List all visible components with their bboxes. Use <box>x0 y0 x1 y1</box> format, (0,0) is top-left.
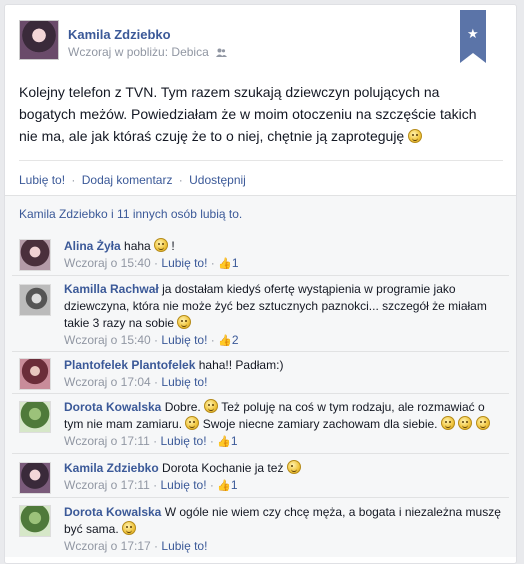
comment-like-button[interactable]: Lubię to! <box>161 333 207 347</box>
commenter-name[interactable]: Dorota Kowalska <box>64 505 161 519</box>
comment-meta: Wczoraj o 17:11 · Lubię to! · 👍1 <box>64 478 238 492</box>
comment-time[interactable]: Wczoraj o 17:11 <box>64 478 150 492</box>
like-button[interactable]: Lubię to! <box>19 173 65 187</box>
separator: · <box>71 173 76 187</box>
post-time[interactable]: Wczoraj <box>68 45 111 59</box>
comment-like-count[interactable]: 1 <box>231 434 238 448</box>
comment-like-count[interactable]: 2 <box>232 333 239 347</box>
comment-like-count[interactable]: 1 <box>232 256 239 270</box>
smile-icon <box>440 416 455 430</box>
comment-list: Alina Żyła haha ! Wczoraj o 15:40 · Lubi… <box>5 231 516 557</box>
commenter-avatar[interactable] <box>19 284 51 316</box>
smile-icon <box>475 416 490 430</box>
author-avatar[interactable] <box>19 20 59 60</box>
comment-like-button[interactable]: Lubię to! <box>161 478 207 492</box>
post-card: Kamila Zdziebko Wczoraj w pobliżu: Debic… <box>4 4 517 564</box>
comment-time[interactable]: Wczoraj o 17:04 <box>64 375 151 389</box>
smile-icon <box>458 416 473 430</box>
comment-time[interactable]: Wczoraj o 15:40 <box>64 256 151 270</box>
thumbs-up-icon: 👍 <box>218 258 232 270</box>
commenter-avatar[interactable] <box>19 505 51 537</box>
near-label: w pobliżu: <box>114 45 169 59</box>
commenter-avatar[interactable] <box>19 239 51 271</box>
bookmark-ribbon[interactable]: ★ <box>460 10 486 62</box>
comment-like-button[interactable]: Lubię to! <box>161 434 207 448</box>
comment-item: Dorota Kowalska Dobre. Też poluję na coś… <box>12 393 509 453</box>
commenter-avatar[interactable] <box>19 462 51 494</box>
post-text: Kolejny telefon z TVN. Tym razem szukają… <box>19 81 499 147</box>
comment-text-3: Swoje niecne zamiary zachowam dla siebie… <box>202 417 438 431</box>
comment-meta: Wczoraj o 17:04 · Lubię to! <box>64 375 208 389</box>
comment-item: Kamilla Rachwał ja dostałam kiedyś ofert… <box>12 275 509 351</box>
comment-item: Kamila Zdziebko Dorota Kochanie ja też W… <box>12 453 509 497</box>
comment-like-button[interactable]: Lubię to! <box>161 256 207 270</box>
comment-meta: Wczoraj o 17:11 · Lubię to! · 👍1 <box>64 434 238 448</box>
commenter-avatar[interactable] <box>19 401 51 433</box>
comment-time[interactable]: Wczoraj o 15:40 <box>64 333 151 347</box>
comment-meta: Wczoraj o 15:40 · Lubię to! · 👍1 <box>64 256 239 270</box>
post-header: Kamila Zdziebko Wczoraj w pobliżu: Debic… <box>5 5 516 67</box>
smile-icon <box>204 399 219 413</box>
thumbs-up-icon: 👍 <box>217 480 231 492</box>
commenter-avatar[interactable] <box>19 358 51 390</box>
commenter-name[interactable]: Kamilla Rachwał <box>64 282 159 296</box>
smile-icon <box>185 416 200 430</box>
comment-meta: Wczoraj o 17:17 · Lubię to! <box>64 539 208 553</box>
smile-icon <box>408 129 423 143</box>
author-name[interactable]: Kamila Zdziebko <box>68 27 171 42</box>
smile-icon <box>177 315 192 329</box>
post-meta: Wczoraj w pobliżu: Debica <box>68 45 228 59</box>
comment-time[interactable]: Wczoraj o 17:11 <box>64 434 150 448</box>
comment-text: Dorota Kochanie ja też <box>162 461 284 475</box>
comment-item: Alina Żyła haha ! Wczoraj o 15:40 · Lubi… <box>12 231 509 275</box>
smile-icon <box>122 521 137 535</box>
wink-icon <box>286 460 301 474</box>
post-actions: Lubię to! · Dodaj komentarz · Udostępnij <box>19 160 503 195</box>
commenter-name[interactable]: Plantofelek Plantofelek <box>64 358 195 372</box>
share-button[interactable]: Udostępnij <box>189 173 246 187</box>
likes-summary[interactable]: Kamila Zdziebko i 11 innych osób lubią t… <box>5 195 516 231</box>
commenter-name[interactable]: Alina Żyła <box>64 239 121 253</box>
comment-item: Dorota Kowalska W ogóle nie wiem czy chc… <box>12 497 509 557</box>
smile-icon <box>154 238 169 252</box>
separator: · <box>178 173 183 187</box>
comment-meta: Wczoraj o 15:40 · Lubię to! · 👍2 <box>64 333 239 347</box>
friends-icon[interactable] <box>216 48 228 57</box>
comment-like-button[interactable]: Lubię to! <box>161 375 207 389</box>
commenter-name[interactable]: Kamila Zdziebko <box>64 461 159 475</box>
comment-like-button[interactable]: Lubię to! <box>161 539 207 553</box>
comment-time[interactable]: Wczoraj o 17:17 <box>64 539 151 553</box>
comment-text: haha!! Padłam:) <box>198 358 284 372</box>
thumbs-up-icon: 👍 <box>218 335 232 347</box>
star-icon: ★ <box>467 26 479 41</box>
thumbs-up-icon: 👍 <box>217 436 231 448</box>
comment-suffix: ! <box>171 239 175 253</box>
comment-text: haha <box>124 239 151 253</box>
add-comment-button[interactable]: Dodaj komentarz <box>82 173 173 187</box>
comment-text: Dobre. <box>164 400 201 414</box>
comment-item: Plantofelek Plantofelek haha!! Padłam:) … <box>12 351 509 393</box>
comment-like-count[interactable]: 1 <box>231 478 238 492</box>
post-location[interactable]: Debica <box>171 45 208 59</box>
commenter-name[interactable]: Dorota Kowalska <box>64 400 161 414</box>
